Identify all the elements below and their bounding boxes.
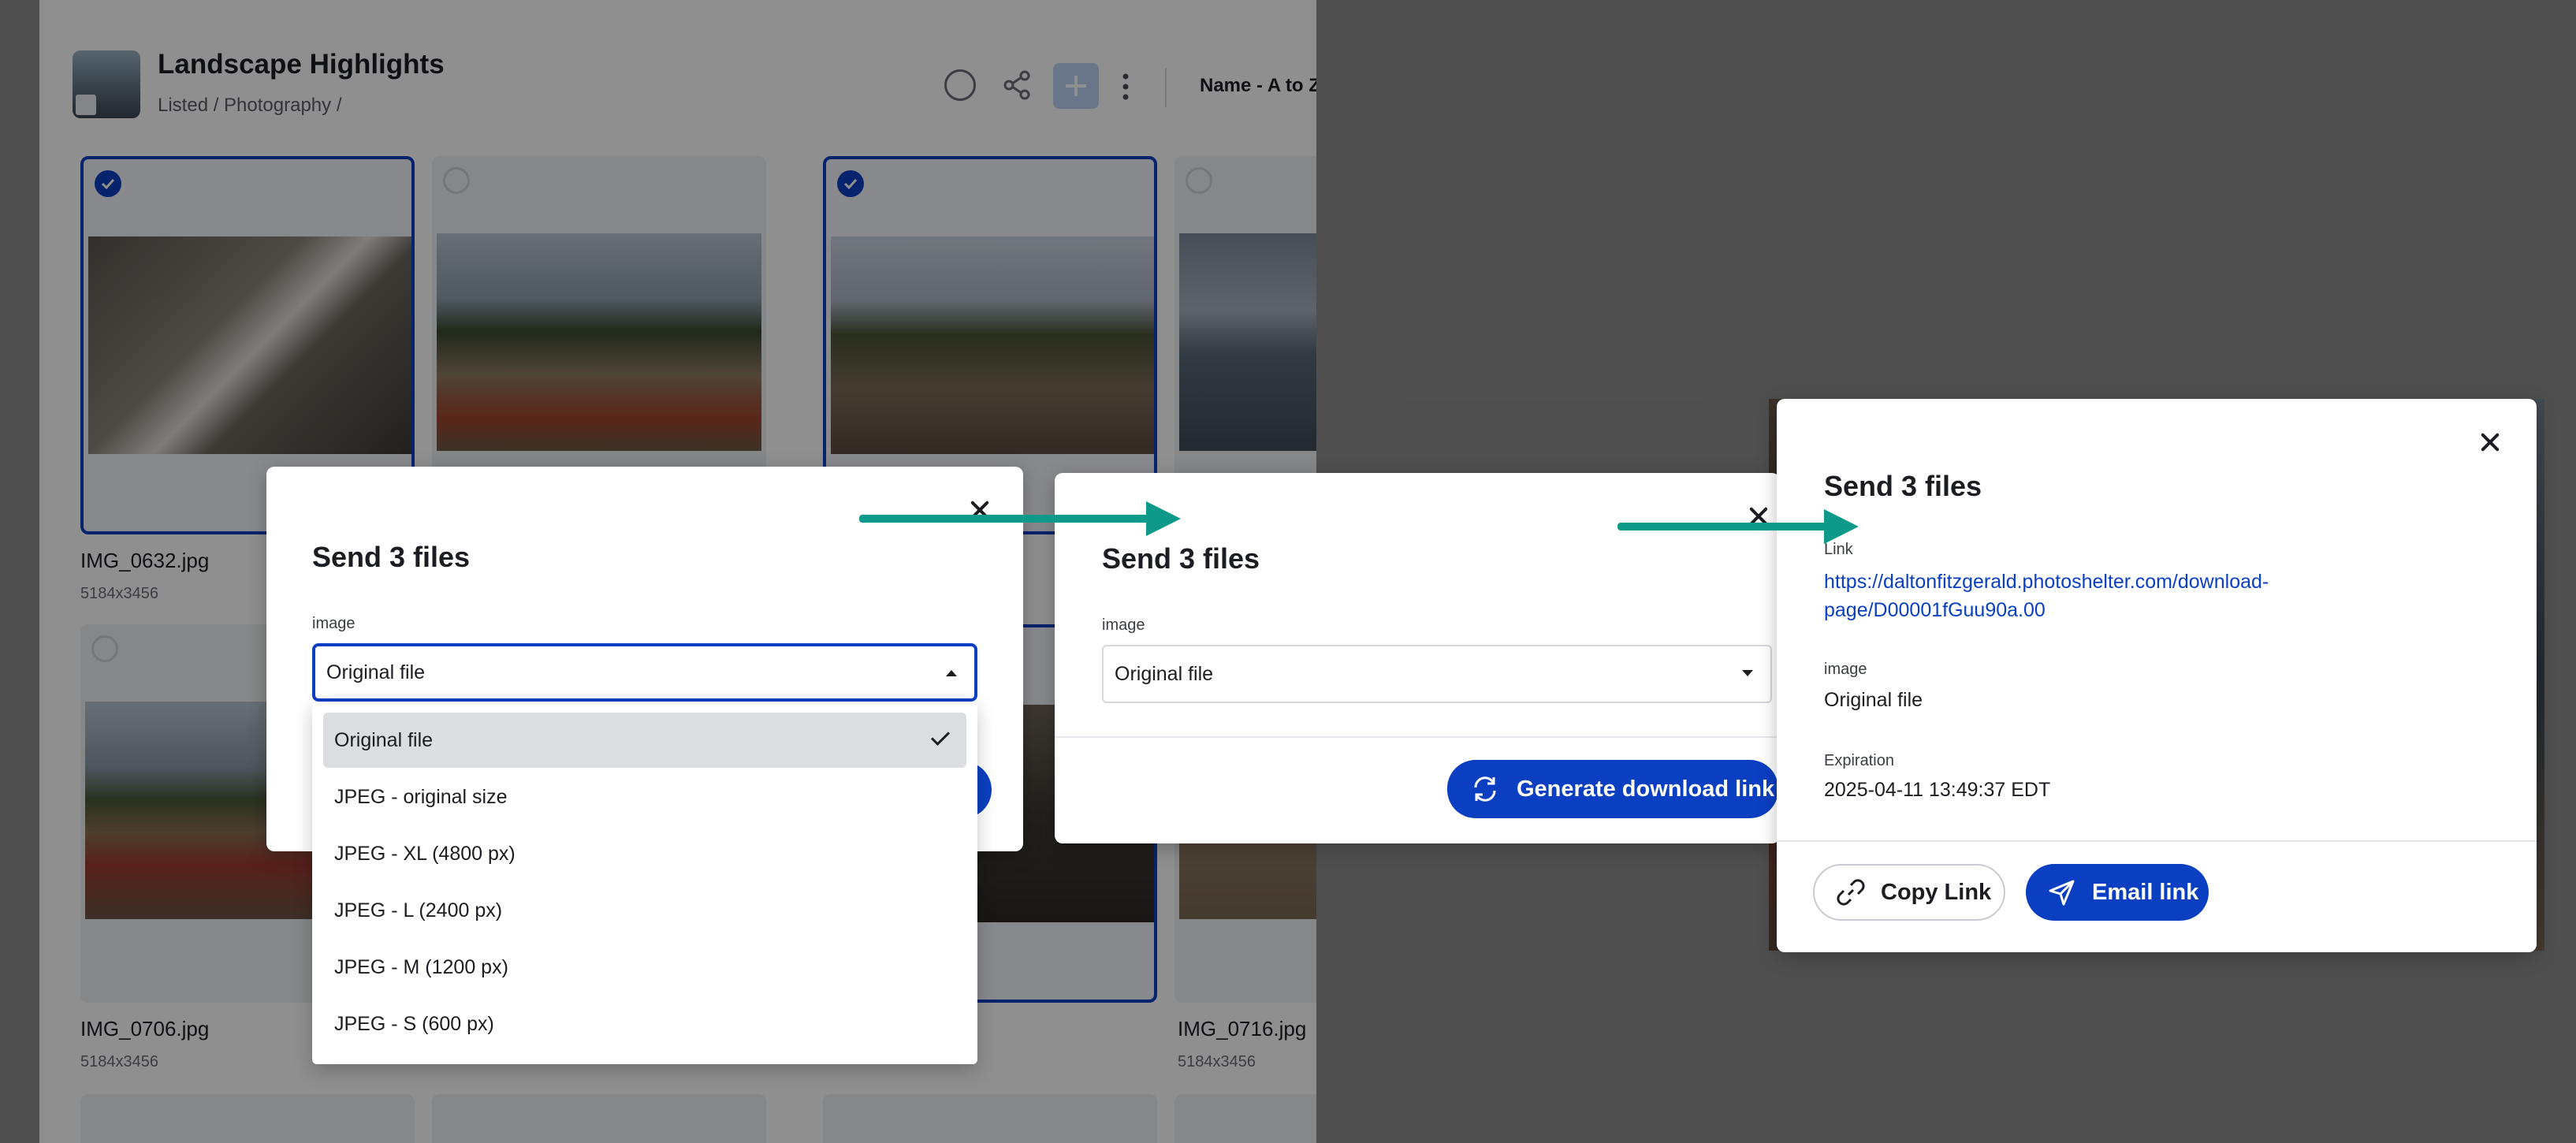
image-select[interactable]: Original file xyxy=(312,643,977,702)
option-label: Original file xyxy=(334,728,434,751)
download-link[interactable]: https://daltonfitzgerald.photoshelter.co… xyxy=(1824,568,2269,624)
close-icon[interactable] xyxy=(2477,429,2503,456)
checkmark-icon xyxy=(930,726,951,746)
select-value: Original file xyxy=(326,661,426,683)
link-icon xyxy=(1837,879,1865,906)
option-jpeg-m[interactable]: JPEG - M (1200 px) xyxy=(323,940,966,995)
option-label: JPEG - L (2400 px) xyxy=(334,899,503,921)
option-label: JPEG - original size xyxy=(334,785,508,808)
refresh-icon xyxy=(1474,776,1496,802)
option-label: JPEG - S (600 px) xyxy=(334,1012,494,1035)
send-files-modal-step3: Send 3 files Link https://daltonfitzgera… xyxy=(1777,399,2537,952)
image-label: image xyxy=(312,615,356,632)
modal-title: Send 3 files xyxy=(312,541,471,573)
chevron-up-icon xyxy=(946,670,957,676)
image-select[interactable]: Original file xyxy=(1102,645,1772,703)
image-label: image xyxy=(1102,616,1145,634)
footer-divider xyxy=(1777,840,2537,842)
modal-title: Send 3 files xyxy=(1102,542,1260,575)
button-label: Email link xyxy=(2092,879,2199,905)
footer-divider xyxy=(1055,736,1780,738)
option-label: JPEG - M (1200 px) xyxy=(334,955,508,978)
copy-link-button[interactable]: Copy Link xyxy=(1813,864,2005,921)
select-value: Original file xyxy=(1115,662,1214,685)
chevron-down-icon xyxy=(1742,670,1753,676)
option-jpeg-original[interactable]: JPEG - original size xyxy=(323,769,966,825)
expiration-value: 2025-04-11 13:49:37 EDT xyxy=(1824,779,2051,801)
option-jpeg-xl[interactable]: JPEG - XL (4800 px) xyxy=(323,826,966,881)
button-label: Generate download link xyxy=(1517,776,1775,802)
send-icon xyxy=(2049,880,2075,906)
option-jpeg-l[interactable]: JPEG - L (2400 px) xyxy=(323,883,966,938)
option-jpeg-s[interactable]: JPEG - S (600 px) xyxy=(323,996,966,1052)
option-label: JPEG - XL (4800 px) xyxy=(334,842,516,865)
generate-download-link-button[interactable]: Generate download link xyxy=(1447,760,1778,818)
image-label: image xyxy=(1824,661,1867,678)
image-value: Original file xyxy=(1824,689,1923,711)
image-options-dropdown: Original file JPEG - original size JPEG … xyxy=(312,702,977,1064)
expiration-label: Expiration xyxy=(1824,752,1894,769)
download-link-line2: page/D00001fGuu90a.00 xyxy=(1824,599,2046,621)
option-original-file[interactable]: Original file xyxy=(323,713,966,768)
email-link-button[interactable]: Email link xyxy=(2026,864,2209,921)
download-link-line1: https://daltonfitzgerald.photoshelter.co… xyxy=(1824,571,2269,593)
button-label: Copy Link xyxy=(1881,879,1992,905)
modal-title: Send 3 files xyxy=(1824,470,1982,502)
